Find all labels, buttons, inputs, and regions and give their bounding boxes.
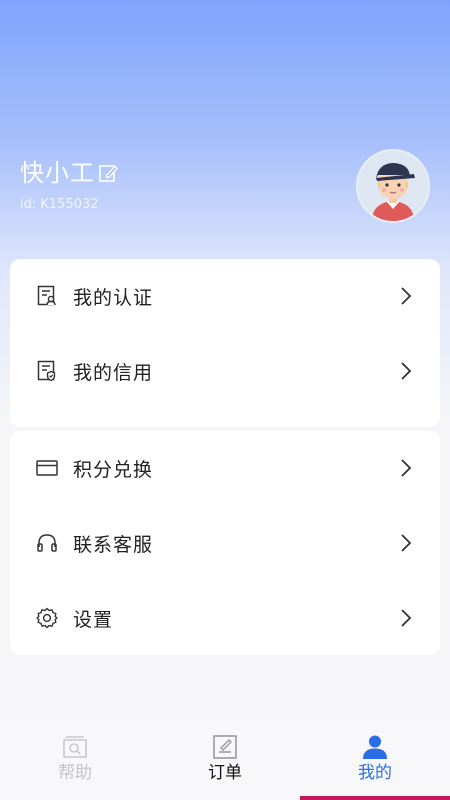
gear-icon [36, 607, 58, 629]
menu-card-account: 我的认证 我的信用 [10, 259, 440, 427]
menu-label-certification: 我的认证 [73, 286, 154, 309]
avatar[interactable] [356, 149, 430, 223]
tab-orders[interactable]: 订单 [150, 720, 300, 800]
menu-item-points-exchange[interactable]: 积分兑换 [10, 448, 440, 488]
person-icon [361, 734, 389, 760]
edit-icon[interactable] [98, 163, 118, 183]
user-id: id: K155032 [20, 197, 99, 212]
certification-icon [36, 285, 58, 307]
tab-mine-label: 我的 [358, 763, 392, 783]
headset-icon [36, 532, 58, 554]
chevron-right-icon [400, 361, 414, 381]
menu-item-certification[interactable]: 我的认证 [10, 276, 440, 316]
menu-item-credit[interactable]: 我的信用 [10, 351, 440, 391]
chevron-right-icon [400, 458, 414, 478]
chevron-right-icon [400, 608, 414, 628]
menu-label-customer-service: 联系客服 [73, 533, 154, 556]
tab-help-label: 帮助 [58, 763, 92, 783]
profile-section: 快小工 id: K155032 [20, 158, 118, 214]
active-tab-indicator [300, 796, 450, 800]
wallet-card-icon [36, 457, 58, 479]
menu-label-settings: 设置 [73, 608, 114, 631]
tab-orders-label: 订单 [208, 763, 242, 783]
menu-label-points-exchange: 积分兑换 [73, 458, 154, 481]
menu-item-settings[interactable]: 设置 [10, 598, 440, 638]
order-icon [211, 734, 239, 760]
menu-card-services: 积分兑换 联系客服 设置 [10, 431, 440, 655]
username: 快小工 [20, 159, 95, 187]
tab-mine[interactable]: 我的 [300, 720, 450, 800]
credit-icon [36, 360, 58, 382]
chevron-right-icon [400, 286, 414, 306]
tab-help[interactable]: 帮助 [0, 720, 150, 800]
help-search-icon [61, 734, 89, 760]
chevron-right-icon [400, 533, 414, 553]
menu-item-customer-service[interactable]: 联系客服 [10, 523, 440, 563]
bottom-tab-bar: 帮助 订单 我的 [0, 720, 450, 800]
menu-label-credit: 我的信用 [73, 361, 154, 384]
